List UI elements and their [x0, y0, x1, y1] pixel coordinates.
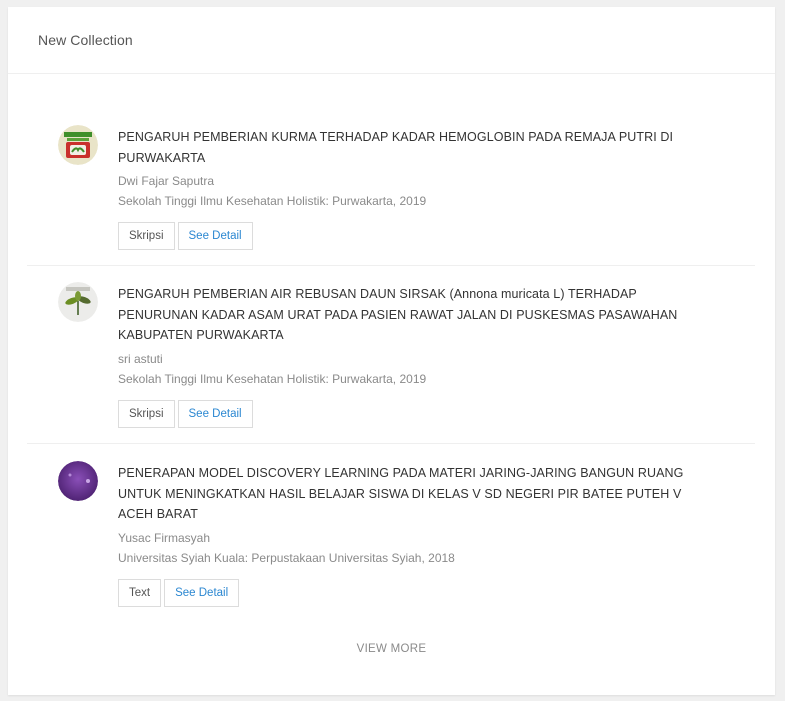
type-badge: Skripsi [118, 399, 175, 428]
item-author: sri astuti [118, 351, 163, 366]
new-collection-panel: New Collection PENGARUH PEMBERIAN KURMA … [8, 7, 775, 695]
item-content: PENGARUH PEMBERIAN AIR REBUSAN DAUN SIRS… [118, 284, 718, 428]
view-more-button[interactable]: VIEW MORE [8, 643, 775, 655]
item-actions: Skripsi See Detail [118, 399, 718, 428]
see-detail-button[interactable]: See Detail [177, 222, 253, 250]
list-item: PENERAPAN MODEL DISCOVERY LEARNING PADA … [27, 444, 755, 622]
purple-cover-icon [58, 461, 98, 501]
item-actions: Text See Detail [118, 578, 718, 607]
see-detail-button[interactable]: See Detail [177, 399, 253, 428]
leaf-cover-icon [58, 282, 98, 322]
list-item: PENGARUH PEMBERIAN AIR REBUSAN DAUN SIRS… [27, 266, 755, 444]
item-publisher: Sekolah Tinggi Ilmu Kesehatan Holistik: … [118, 194, 427, 208]
item-title[interactable]: PENGARUH PEMBERIAN KURMA TERHADAP KADAR … [118, 127, 718, 168]
collection-list: PENGARUH PEMBERIAN KURMA TERHADAP KADAR … [27, 107, 755, 622]
list-item: PENGARUH PEMBERIAN KURMA TERHADAP KADAR … [27, 107, 755, 266]
book-cover-thumbnail[interactable] [58, 125, 98, 165]
book-cover-thumbnail[interactable] [58, 282, 98, 322]
item-content: PENGARUH PEMBERIAN KURMA TERHADAP KADAR … [118, 127, 718, 250]
item-title[interactable]: PENGARUH PEMBERIAN AIR REBUSAN DAUN SIRS… [118, 284, 718, 346]
item-title[interactable]: PENERAPAN MODEL DISCOVERY LEARNING PADA … [118, 463, 718, 525]
type-badge: Text [118, 578, 162, 607]
item-publisher: Universitas Syiah Kuala: Perpustakaan Un… [118, 550, 455, 565]
item-author: Yusac Firmasyah [118, 530, 211, 545]
book-cover-thumbnail[interactable] [58, 461, 98, 501]
panel-header: New Collection [8, 7, 775, 74]
morfologi-tumbuhan-cover-icon [58, 125, 98, 165]
panel-title: New Collection [38, 32, 133, 48]
item-actions: Skripsi See Detail [118, 222, 718, 250]
item-author: Dwi Fajar Saputra [118, 174, 215, 188]
item-publisher: Sekolah Tinggi Ilmu Kesehatan Holistik: … [118, 371, 427, 386]
type-badge: Skripsi [118, 222, 175, 250]
item-content: PENERAPAN MODEL DISCOVERY LEARNING PADA … [118, 463, 718, 607]
see-detail-button[interactable]: See Detail [164, 578, 240, 607]
